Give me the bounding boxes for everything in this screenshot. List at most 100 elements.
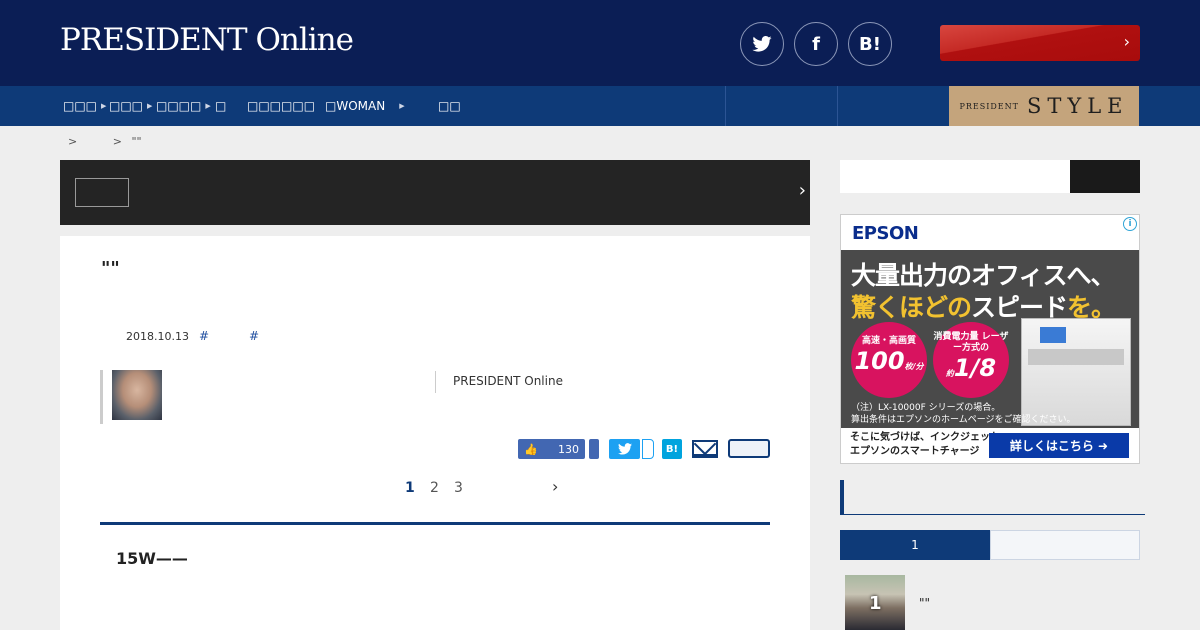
- share-more-button[interactable]: [728, 439, 770, 458]
- like-count: 130: [558, 442, 579, 456]
- ad-badge-value: 100: [854, 347, 905, 375]
- article-title: "": [101, 258, 120, 279]
- tweet-button[interactable]: [609, 439, 640, 459]
- ad-tagline: そこに気づけば、インクジェット。 エプソンのスマートチャージ: [850, 431, 1010, 459]
- article-tag[interactable]: #: [249, 329, 259, 343]
- nav-item-2[interactable]: □□□ ▶: [109, 86, 152, 126]
- twitter-icon: [617, 443, 632, 455]
- ad-badge-unit: 枚/分: [904, 362, 924, 371]
- nav-item-label: □□□□: [156, 99, 202, 113]
- author-divider: [435, 371, 436, 393]
- ad-badge-value: 1/8: [953, 354, 997, 382]
- page-link-3[interactable]: 3: [454, 480, 463, 496]
- article-card: "" 2018.10.13 # # PRESIDENT Online 👍 130…: [60, 236, 810, 630]
- article-date: 2018.10.13: [126, 330, 189, 343]
- nav-item-4[interactable]: □: [215, 86, 226, 126]
- article-source: PRESIDENT Online: [453, 374, 563, 388]
- ad-footer: そこに気づけば、インクジェット。 エプソンのスマートチャージ 詳しくはこちら ➜: [841, 428, 1139, 463]
- ranking-item-title[interactable]: "": [919, 596, 930, 610]
- nav-item-3[interactable]: □□□□ ▶: [156, 86, 211, 126]
- mail-share-button[interactable]: [692, 432, 718, 458]
- nav-item-7[interactable]: □□: [438, 86, 461, 126]
- search-button[interactable]: [1070, 160, 1140, 193]
- ad-badge-unit: 約: [945, 369, 954, 378]
- nav-item-woman[interactable]: □WOMAN ▶: [325, 86, 405, 126]
- ranking-tab-active[interactable]: 1: [840, 530, 990, 560]
- ranking-tab[interactable]: [990, 530, 1140, 560]
- facebook-icon: f: [812, 33, 820, 55]
- facebook-like-button[interactable]: 👍 130: [518, 439, 585, 459]
- twitter-icon: [752, 36, 772, 52]
- page-link-1[interactable]: 1: [405, 480, 415, 496]
- nav-item-label: □WOMAN: [325, 99, 386, 113]
- nav-item-label: □□□: [109, 99, 144, 113]
- breadcrumb-separator: >: [68, 135, 78, 148]
- ad-badge-label: 消費電力量 レーザー方式の: [933, 332, 1009, 353]
- thumbs-up-icon: 👍: [524, 442, 538, 456]
- triangle-right-icon: ▶: [147, 102, 153, 110]
- style-banner-small: PRESIDENT: [959, 101, 1019, 111]
- facebook-share-button[interactable]: f: [794, 22, 838, 66]
- nav-item-label: □: [215, 99, 227, 113]
- ranking-heading: [840, 480, 1145, 515]
- nav-item-label: □□: [438, 99, 461, 113]
- hatena-bookmark-button[interactable]: B!: [848, 22, 892, 66]
- page-link-2[interactable]: 2: [430, 480, 439, 496]
- printer-tray: [1028, 349, 1124, 365]
- ad-footnote-line: 算出条件はエプソンのホームページをご確認ください。: [851, 415, 1076, 425]
- breadcrumb: > > "": [68, 135, 142, 148]
- article-tag[interactable]: #: [199, 329, 209, 343]
- ranking-number: 1: [869, 593, 882, 614]
- mail-icon: [693, 432, 717, 456]
- header-cta-button[interactable]: ›: [940, 25, 1140, 61]
- search-input[interactable]: [840, 160, 1070, 193]
- ad-body: 大量出力のオフィスへ、 驚くほどのスピードを。 高速・高画質 100枚/分 消費…: [841, 250, 1139, 428]
- ad-brand-logo: EPSON: [852, 223, 919, 244]
- style-banner-big: STYLE: [1026, 94, 1129, 118]
- ad-footnote: （注）LX-10000F シリーズの場合。 算出条件はエプソンのホームページをご…: [851, 402, 1076, 426]
- printer-screen: [1040, 327, 1066, 343]
- president-style-banner[interactable]: PRESIDENT STYLE: [949, 86, 1139, 126]
- triangle-right-icon: ▶: [101, 102, 107, 110]
- nav-item-label: □□□□□□: [247, 99, 316, 113]
- epson-ad[interactable]: EPSON i 大量出力のオフィスへ、 驚くほどのスピードを。 高速・高画質 1…: [840, 214, 1140, 464]
- ad-headline: 大量出力のオフィスへ、: [851, 261, 1116, 290]
- site-header: PRESIDENT Online f B! ›: [0, 0, 1200, 86]
- twitter-share-button[interactable]: [740, 22, 784, 66]
- triangle-right-icon: ▶: [205, 102, 211, 110]
- ad-tagline-line: そこに気づけば、インクジェット。: [850, 432, 1010, 443]
- author-accent: [100, 370, 103, 424]
- ad-badge-label: 高速・高画質: [861, 336, 916, 346]
- site-logo[interactable]: PRESIDENT Online: [60, 22, 354, 58]
- avatar[interactable]: [112, 370, 162, 420]
- hatena-icon: B!: [859, 33, 881, 55]
- breadcrumb-separator: >: [112, 135, 122, 148]
- article-divider: [100, 522, 770, 525]
- tweet-count-bubble[interactable]: [642, 439, 654, 459]
- chevron-right-icon: ›: [798, 180, 806, 201]
- triangle-right-icon: ▶: [399, 102, 405, 110]
- breadcrumb-current: "": [131, 135, 142, 148]
- ranking-thumbnail[interactable]: 1: [845, 575, 905, 630]
- chevron-right-icon: ›: [1123, 32, 1130, 51]
- next-page-chevron-icon[interactable]: ›: [552, 477, 558, 496]
- article-lead: 15W——: [116, 549, 188, 568]
- hatena-bookmark-small-button[interactable]: B!: [662, 439, 682, 459]
- ad-footnote-line: （注）LX-10000F シリーズの場合。: [851, 403, 1001, 413]
- nav-divider: [725, 86, 726, 126]
- nav-item-5[interactable]: □□□□□□: [247, 86, 315, 126]
- nav-item-1[interactable]: □□□ ▶: [63, 86, 106, 126]
- ad-speed-badge: 高速・高画質 100枚/分: [851, 322, 927, 398]
- series-badge: [75, 178, 129, 207]
- ad-headline-part: 驚くほどの: [851, 293, 972, 322]
- hatena-icon: B!: [665, 443, 679, 455]
- series-banner[interactable]: ›: [60, 160, 810, 225]
- ad-header: EPSON i: [841, 215, 1139, 250]
- nav-item-label: □□□: [63, 99, 98, 113]
- ad-info-icon[interactable]: i: [1123, 217, 1137, 231]
- ad-tagline-line: エプソンのスマートチャージ: [850, 446, 980, 457]
- nav-divider: [837, 86, 838, 126]
- facebook-share-side[interactable]: [589, 439, 599, 459]
- ad-power-badge: 消費電力量 レーザー方式の 約1/8: [933, 322, 1009, 398]
- ad-cta-button[interactable]: 詳しくはこちら ➜: [989, 433, 1129, 458]
